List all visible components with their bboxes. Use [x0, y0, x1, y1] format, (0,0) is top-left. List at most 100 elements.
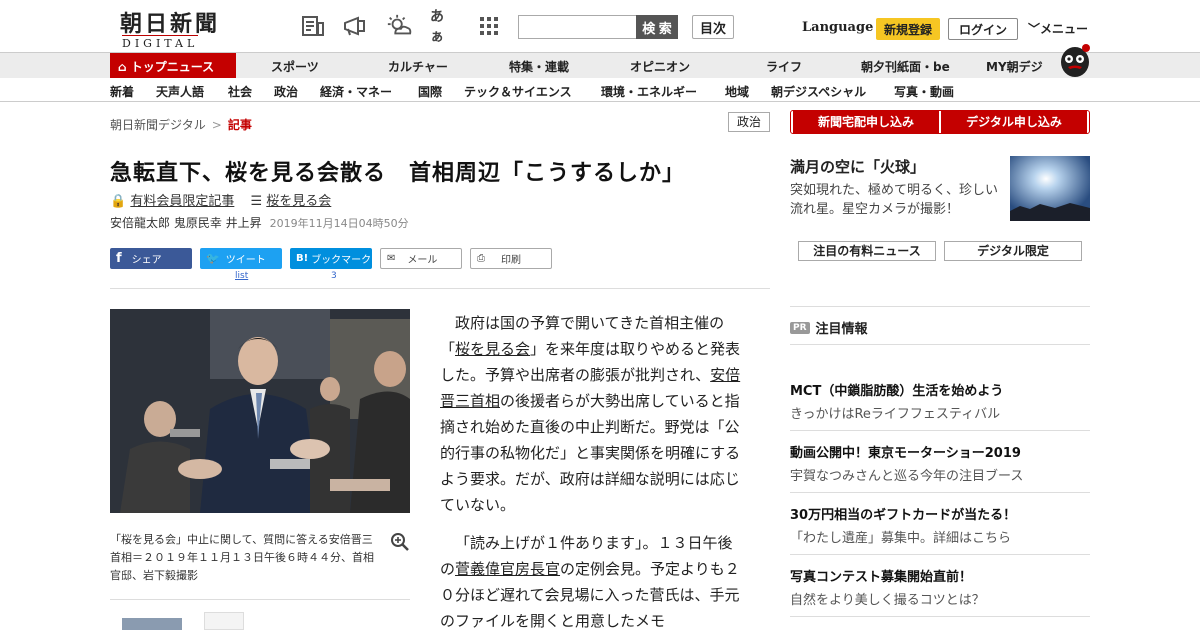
nav-my-asahi[interactable]: MY朝デジ	[986, 58, 1043, 75]
feature-description: 突如現れた、極めて明るく、珍しい流れ星。星空カメラが撮影！	[790, 183, 999, 217]
category-tag[interactable]: 政治	[728, 112, 770, 132]
facebook-icon: f	[116, 251, 122, 266]
pr-item-title[interactable]: 30万円相当のギフトカードが当たる！	[790, 504, 1016, 523]
divider	[790, 306, 1090, 307]
printer-icon: ⎙	[477, 253, 485, 264]
primary-nav: ⌂ トップニュース スポーツ カルチャー 特集・連載 オピニオン ライフ 朝夕刊…	[0, 52, 1200, 79]
breadcrumb-sep: >	[211, 118, 222, 132]
tab-digital-only[interactable]: デジタル限定	[944, 241, 1082, 261]
divider	[110, 288, 770, 289]
pr-heading: PR 注目情報	[790, 318, 868, 337]
hatena-count[interactable]: 3	[331, 271, 337, 281]
pr-title: 注目情報	[815, 322, 868, 337]
divider	[790, 492, 1090, 493]
search-button[interactable]: 検 索	[636, 15, 678, 39]
nav-special[interactable]: 朝デジスペシャル	[771, 83, 866, 100]
print-button[interactable]: ⎙ 印刷	[470, 248, 552, 269]
list-icon: ☰	[250, 194, 263, 209]
search-input[interactable]	[518, 15, 638, 39]
newspaper-icon[interactable]	[300, 14, 326, 38]
pr-item-subtitle[interactable]: 宇賀なつみさんと巡る今年の注目ブース	[790, 465, 1023, 484]
divider	[790, 430, 1090, 431]
nav-latest[interactable]: 新着	[110, 83, 134, 100]
chevron-down-icon: ﹀	[1028, 22, 1041, 36]
article-meta: 🔒 有料会員限定記事 ☰ 桜を見る会	[110, 190, 331, 209]
mail-icon: ✉	[387, 253, 396, 264]
weather-icon[interactable]	[386, 14, 412, 38]
login-button[interactable]: ログイン	[948, 18, 1018, 40]
page: 朝日新聞 DIGITAL あぁ 検 索 目次 Language 新規登録 ログイ…	[0, 0, 1200, 630]
pr-item-subtitle[interactable]: 自然をより美しく撮るコツとは？	[790, 589, 985, 608]
toc-button[interactable]: 目次	[692, 15, 734, 39]
facebook-share-label: シェア	[131, 255, 162, 266]
pr-item-title[interactable]: 写真コンテスト募集開始直前！	[790, 566, 972, 585]
pr-item-title[interactable]: 動画公開中！東京モーターショー2019	[790, 442, 1021, 461]
link-sakura[interactable]: 桜を見る会	[455, 340, 530, 358]
twitter-count[interactable]: list	[235, 271, 248, 281]
article-paragraph: 政府は国の予算で開いてきた首相主催の「桜を見る会」を来年度は取りやめると発表した…	[440, 310, 746, 518]
text-run: の後援者らが大勢出席していると指摘され始めた直後の中止判断だ。野党は「公的行事の…	[440, 392, 741, 514]
twitter-share-label: ツイート	[225, 255, 266, 266]
logo-en: DIGITAL	[122, 35, 199, 50]
pr-item-subtitle[interactable]: 「わたし遺産」募集中。詳細はこちら	[790, 527, 1011, 546]
twitter-share-button[interactable]: 🐦 ツイート	[200, 248, 282, 269]
language-link[interactable]: Language	[802, 20, 873, 35]
link-suga[interactable]: 菅義偉官房長官	[455, 560, 560, 578]
nav-society[interactable]: 社会	[228, 83, 252, 100]
nav-sports[interactable]: スポーツ	[271, 58, 319, 75]
pr-badge: PR	[790, 321, 810, 334]
nav-region[interactable]: 地域	[725, 83, 749, 100]
facebook-share-button[interactable]: f シェア	[110, 248, 192, 269]
home-icon: ⌂	[118, 60, 127, 74]
subscribe-paper-button[interactable]: 新聞宅配申し込み	[793, 111, 939, 133]
nav-tech-science[interactable]: テック＆サイエンス	[464, 83, 572, 100]
related-photo-thumbnail[interactable]	[122, 618, 182, 630]
font-size-icon[interactable]: あぁ	[430, 9, 456, 45]
menu-button[interactable]: ﹀メニュー	[1028, 20, 1088, 37]
mascot-icon[interactable]	[1058, 40, 1092, 78]
nav-economy[interactable]: 経済・マネー	[320, 83, 392, 100]
zoom-icon[interactable]	[390, 532, 410, 552]
tab-premium-news[interactable]: 注目の有料ニュース	[798, 241, 936, 261]
mail-button[interactable]: ✉ メール	[380, 248, 462, 269]
nav-opinion[interactable]: オピニオン	[630, 58, 690, 75]
hatena-icon: B!	[296, 253, 309, 264]
article-photo[interactable]	[110, 309, 410, 513]
print-label: 印刷	[501, 255, 521, 266]
divider	[110, 599, 410, 600]
hatena-label: ブックマーク	[311, 255, 372, 266]
members-only-link[interactable]: 有料会員限定記事	[130, 194, 234, 209]
nav-paper[interactable]: 朝夕刊紙面・be	[861, 58, 950, 75]
logo-jp: 朝日新聞	[120, 11, 221, 37]
asahi-logo[interactable]: 朝日新聞 DIGITAL	[116, 6, 228, 50]
secondary-nav: 新着 天声人語 社会 政治 経済・マネー 国際 テック＆サイエンス 環境・エネル…	[0, 78, 1200, 102]
divider	[790, 616, 1090, 617]
twitter-icon: 🐦	[206, 252, 220, 265]
nav-politics[interactable]: 政治	[274, 83, 298, 100]
article-paragraph: 「読み上げが１件あります」。１３日午後の菅義偉官房長官の定例会見。予定よりも２０…	[440, 530, 746, 630]
feature-image[interactable]	[1010, 156, 1090, 221]
nav-features[interactable]: 特集・連載	[509, 58, 569, 75]
megaphone-icon[interactable]	[342, 14, 368, 38]
topic-link[interactable]: 桜を見る会	[266, 194, 331, 209]
pr-item-subtitle[interactable]: きっかけはReライフフェスティバル	[790, 403, 1000, 422]
nav-life[interactable]: ライフ	[766, 58, 802, 75]
nav-culture[interactable]: カルチャー	[388, 58, 448, 75]
feature-title[interactable]: 満月の空に「火球」	[790, 156, 925, 177]
article-byline: 安倍龍太郎 鬼原民幸 井上昇 2019年11月14日04時50分	[110, 214, 409, 231]
pr-item-title[interactable]: MCT（中鎖脂肪酸）生活を始めよう	[790, 380, 1003, 399]
nav-photo-video[interactable]: 写真・動画	[894, 83, 954, 100]
subscribe-digital-button[interactable]: デジタル申し込み	[941, 111, 1087, 133]
nav-tenseijingo[interactable]: 天声人語	[156, 83, 204, 100]
grid-menu-icon[interactable]	[476, 14, 502, 38]
breadcrumb-home[interactable]: 朝日新聞デジタル	[110, 118, 206, 132]
hatena-bookmark-button[interactable]: B! ブックマーク	[290, 248, 372, 269]
nav-environment[interactable]: 環境・エネルギー	[601, 83, 697, 100]
mail-label: メール	[407, 255, 438, 266]
register-button[interactable]: 新規登録	[876, 18, 940, 40]
nav-top-news[interactable]: ⌂ トップニュース	[110, 53, 236, 79]
nav-international[interactable]: 国際	[418, 83, 442, 100]
nav-top-news-label: トップニュース	[130, 60, 215, 74]
article-headline: 急転直下、桜を見る会散る 首相周辺「こうするしか」	[110, 161, 686, 186]
related-photo-thumbnail[interactable]	[204, 612, 244, 630]
